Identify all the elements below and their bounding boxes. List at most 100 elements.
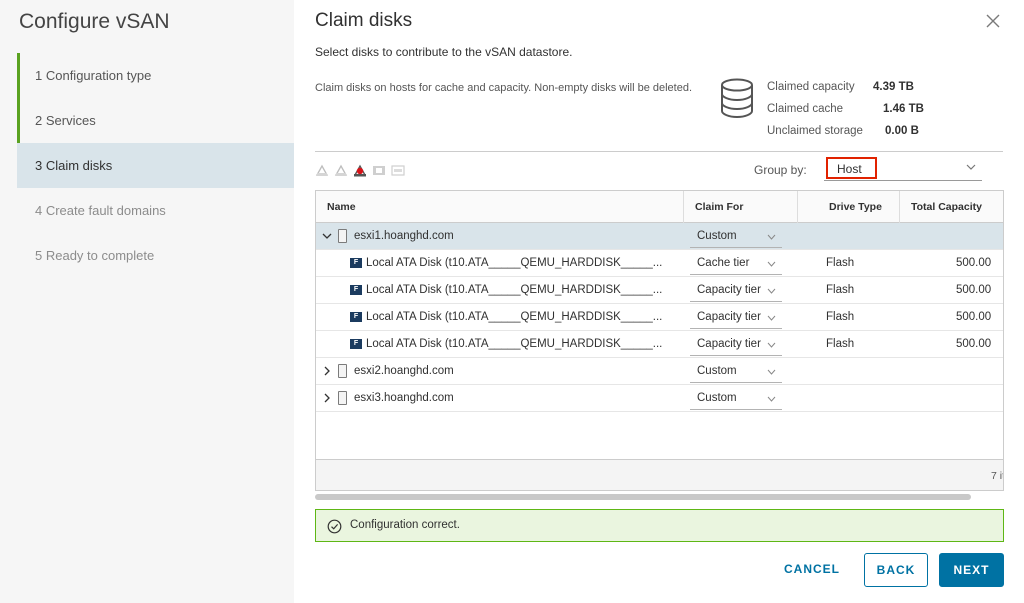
- group-by-label: Group by:: [754, 163, 807, 177]
- chevron-down-icon: [966, 164, 976, 170]
- group-by-select[interactable]: Host: [824, 155, 982, 181]
- drive-type: Flash: [826, 338, 855, 350]
- item-count: 7 it: [990, 470, 1004, 482]
- storage-stats: Claimed capacity 4.39 TB Claimed cache 1.4…: [767, 76, 924, 142]
- column-separator[interactable]: [899, 191, 900, 223]
- page-title: Claim disks: [315, 10, 413, 31]
- claim-for-select[interactable]: Capacity tier: [690, 279, 782, 302]
- back-button[interactable]: BACK: [864, 553, 928, 587]
- table-row-host[interactable]: esxi1.hoanghd.com Custom: [316, 223, 1003, 250]
- drive-type: Flash: [826, 311, 855, 323]
- total-capacity: 500.00: [956, 284, 992, 296]
- database-icon: [721, 78, 753, 119]
- step-claim-disks[interactable]: 3 Claim disks: [17, 143, 294, 188]
- table-row-disk[interactable]: F Local ATA Disk (t10.ATA_____QEMU_HARDD…: [316, 250, 1003, 277]
- disk-name: Local ATA Disk (t10.ATA_____QEMU_HARDDIS…: [366, 311, 663, 323]
- column-separator[interactable]: [797, 191, 798, 223]
- unclaim-disk-icon[interactable]: [353, 163, 367, 177]
- claim-for-value: Custom: [697, 230, 737, 242]
- disk-name: Local ATA Disk (t10.ATA_____QEMU_HARDDIS…: [366, 284, 663, 296]
- claimed-capacity-label: Claimed capacity: [767, 81, 855, 93]
- claim-for-value: Custom: [697, 392, 737, 404]
- main-panel: Claim disks Select disks to contribute t…: [294, 0, 1024, 603]
- chevron-right-icon[interactable]: [322, 393, 332, 403]
- host-icon: [338, 364, 347, 378]
- step-create-fault-domains: 4 Create fault domains: [17, 188, 294, 233]
- column-header-total-capacity[interactable]: Total Capacity: [905, 191, 982, 223]
- close-icon[interactable]: [980, 8, 1006, 34]
- claimed-capacity-row: Claimed capacity 4.39 TB: [767, 76, 924, 98]
- claim-for-select[interactable]: Custom: [690, 360, 782, 383]
- claimed-cache-label: Claimed cache: [767, 103, 844, 115]
- unclaimed-storage-row: Unclaimed storage 0.00 B: [767, 120, 924, 142]
- table-row-host[interactable]: esxi3.hoanghd.com Custom: [316, 385, 1003, 412]
- step-ready-to-complete: 5 Ready to complete: [17, 233, 294, 278]
- step-services[interactable]: 2 Services: [17, 98, 294, 143]
- column-header-name[interactable]: Name: [321, 191, 356, 223]
- host-name: esxi2.hoanghd.com: [354, 365, 454, 377]
- flash-disk-icon: F: [350, 258, 362, 268]
- cancel-button[interactable]: CANCEL: [781, 553, 843, 587]
- flash-disk-icon: F: [350, 312, 362, 322]
- page-subtitle: Select disks to contribute to the vSAN d…: [315, 45, 573, 59]
- claim-cache-icon[interactable]: [334, 163, 348, 177]
- column-separator[interactable]: [683, 191, 684, 223]
- page-description: Claim disks on hosts for cache and capac…: [315, 82, 693, 94]
- chevron-down-icon: [767, 288, 776, 294]
- claimed-cache-value: 1.46 TB: [883, 103, 924, 115]
- disk-name: Local ATA Disk (t10.ATA_____QEMU_HARDDIS…: [366, 257, 663, 269]
- flash-disk-icon: F: [350, 285, 362, 295]
- claim-for-select[interactable]: Custom: [690, 225, 782, 248]
- chevron-right-icon[interactable]: [322, 366, 332, 376]
- mark-flash-icon[interactable]: [372, 163, 386, 177]
- step-label: 1 Configuration type: [35, 68, 152, 83]
- total-capacity: 500.00: [956, 338, 992, 350]
- mark-hdd-icon[interactable]: [391, 163, 405, 177]
- column-header-claim-for[interactable]: Claim For: [689, 191, 743, 223]
- claim-for-select[interactable]: Capacity tier: [690, 333, 782, 356]
- table-row-disk[interactable]: F Local ATA Disk (t10.ATA_____QEMU_HARDD…: [316, 277, 1003, 304]
- check-circle-icon: [327, 519, 342, 534]
- table-row-disk[interactable]: F Local ATA Disk (t10.ATA_____QEMU_HARDD…: [316, 331, 1003, 358]
- flash-disk-icon: F: [350, 339, 362, 349]
- claim-for-select[interactable]: Custom: [690, 387, 782, 410]
- chevron-down-icon: [767, 234, 776, 240]
- wizard-sidebar: Configure vSAN 1 Configuration type 2 Se…: [0, 0, 294, 603]
- chevron-down-icon: [767, 315, 776, 321]
- host-name: esxi3.hoanghd.com: [354, 392, 454, 404]
- step-label: 3 Claim disks: [35, 158, 113, 173]
- unclaimed-storage-label: Unclaimed storage: [767, 125, 863, 137]
- step-label: 4 Create fault domains: [35, 203, 166, 218]
- claimed-cache-row: Claimed cache 1.46 TB: [767, 98, 924, 120]
- claim-for-value: Custom: [697, 365, 737, 377]
- drive-type: Flash: [826, 284, 855, 296]
- chevron-down-icon: [767, 396, 776, 402]
- table-row-disk[interactable]: F Local ATA Disk (t10.ATA_____QEMU_HARDD…: [316, 304, 1003, 331]
- group-by-value: Host: [826, 157, 877, 179]
- status-alert: Configuration correct.: [315, 509, 1004, 542]
- column-header-drive-type[interactable]: Drive Type: [823, 191, 882, 223]
- claim-for-value: Cache tier: [697, 257, 750, 269]
- step-label: 2 Services: [35, 113, 96, 128]
- host-icon: [338, 391, 347, 405]
- claim-for-value: Capacity tier: [697, 311, 761, 323]
- chevron-down-icon: [767, 369, 776, 375]
- next-button[interactable]: NEXT: [939, 553, 1004, 587]
- disk-toolbar: [315, 162, 405, 178]
- claim-for-select[interactable]: Capacity tier: [690, 306, 782, 329]
- claimed-capacity-value: 4.39 TB: [873, 81, 914, 93]
- claim-for-value: Capacity tier: [697, 284, 761, 296]
- step-label: 5 Ready to complete: [35, 248, 155, 263]
- step-configuration-type[interactable]: 1 Configuration type: [17, 53, 294, 98]
- claim-capacity-icon[interactable]: [315, 163, 329, 177]
- table-row-host[interactable]: esxi2.hoanghd.com Custom: [316, 358, 1003, 385]
- divider: [315, 151, 1003, 152]
- horizontal-scrollbar[interactable]: [315, 494, 971, 500]
- table-header: Name Claim For Drive Type Total Capacity: [316, 191, 1003, 223]
- total-capacity: 500.00: [956, 311, 992, 323]
- chevron-down-icon[interactable]: [322, 231, 332, 241]
- wizard-title: Configure vSAN: [19, 10, 170, 33]
- table-footer: 7 it: [316, 459, 1004, 490]
- disk-name: Local ATA Disk (t10.ATA_____QEMU_HARDDIS…: [366, 338, 663, 350]
- claim-for-select[interactable]: Cache tier: [690, 252, 782, 275]
